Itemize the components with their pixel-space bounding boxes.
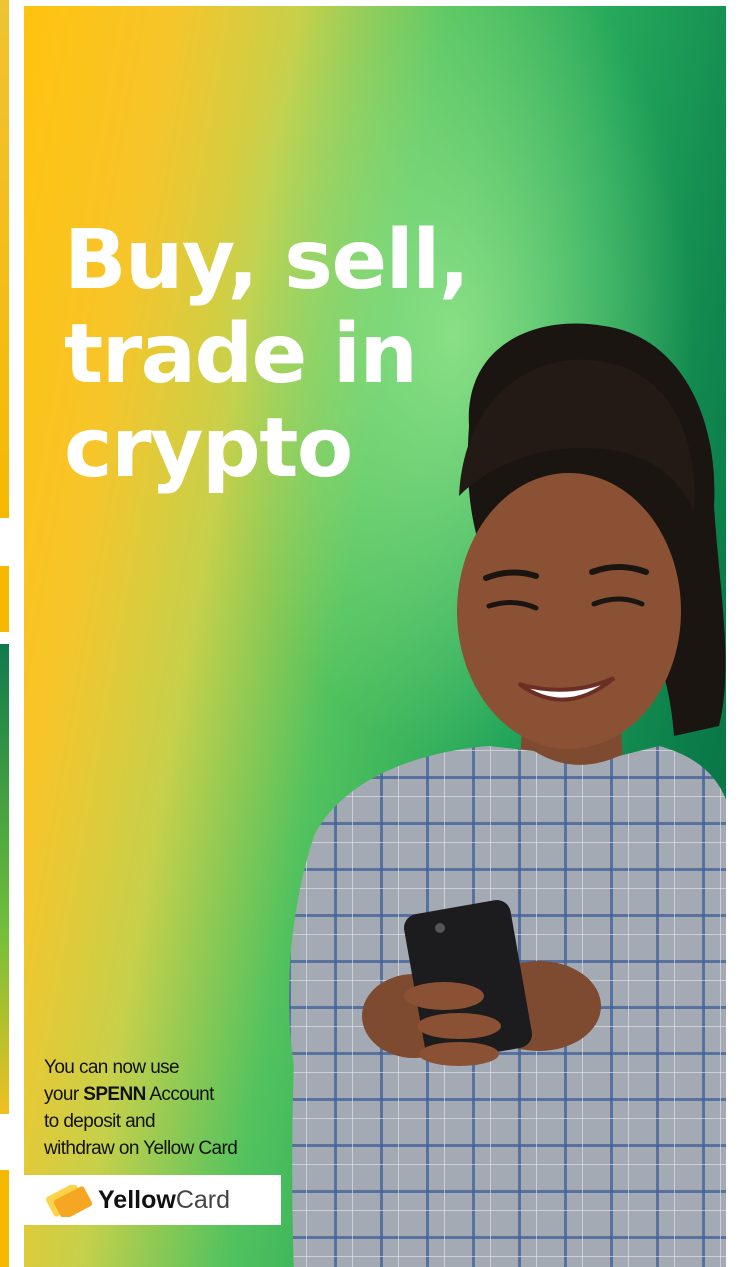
promo-caption: You can now use your SPENN Account to de…: [44, 1054, 238, 1162]
left-edge-strip: [0, 566, 9, 632]
caption-line: your SPENN Account: [44, 1084, 214, 1105]
left-edge-strip: [0, 0, 9, 518]
woman-with-phone-illustration: [289, 323, 726, 1267]
yellow-card-logo-icon: [45, 1185, 92, 1217]
left-edge-strip: [0, 644, 9, 1114]
caption-line: to deposit and: [44, 1111, 156, 1132]
headline-line: Buy, sell,: [64, 213, 470, 308]
logo-wordmark: YellowCard: [98, 1186, 230, 1214]
yellow-card-logo: YellowCard: [24, 1175, 281, 1225]
left-edge-strip: [0, 1170, 9, 1267]
caption-line: You can now use: [44, 1057, 180, 1078]
spenn-brand: SPENN: [83, 1084, 146, 1105]
caption-line: withdraw on Yellow Card: [44, 1138, 238, 1159]
promo-banner: Buy, sell, trade in crypto You can now u…: [24, 6, 726, 1267]
